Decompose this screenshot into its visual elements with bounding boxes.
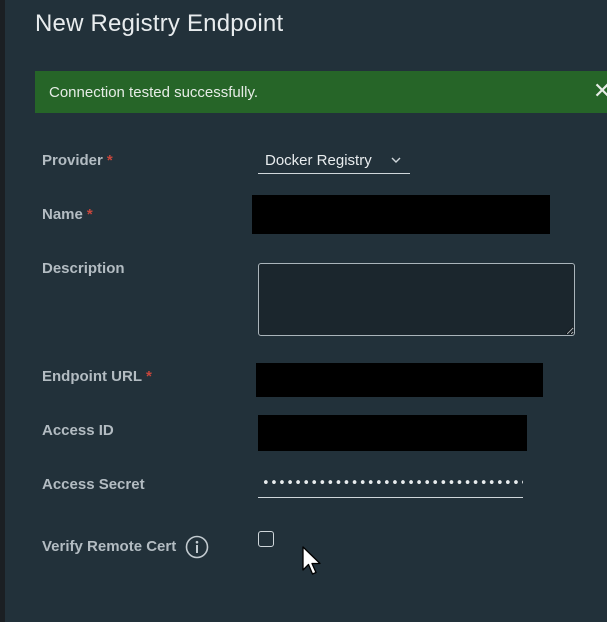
name-input-redacted[interactable] xyxy=(252,195,550,234)
name-label-text: Name xyxy=(42,206,83,223)
verify-remote-cert-label: Verify Remote Cert xyxy=(42,538,176,555)
description-textarea[interactable] xyxy=(258,263,575,336)
registry-endpoint-dialog: New Registry Endpoint Connection tested … xyxy=(5,0,607,622)
provider-label-text: Provider xyxy=(42,152,103,169)
endpoint-url-label-text: Endpoint URL xyxy=(42,368,142,385)
mouse-cursor-icon xyxy=(302,546,321,575)
description-label-text: Description xyxy=(42,260,125,277)
provider-select-value: Docker Registry xyxy=(265,152,372,169)
required-marker: * xyxy=(106,152,113,169)
access-secret-label: Access Secret xyxy=(42,476,145,493)
access-id-label: Access ID xyxy=(42,422,114,439)
access-id-label-text: Access ID xyxy=(42,422,114,439)
chevron-down-icon xyxy=(391,157,401,163)
name-label: Name * xyxy=(42,206,93,223)
verify-remote-cert-checkbox[interactable] xyxy=(258,531,274,547)
endpoint-url-input-redacted[interactable] xyxy=(256,363,543,397)
access-secret-label-text: Access Secret xyxy=(42,476,145,493)
endpoint-url-label: Endpoint URL * xyxy=(42,368,152,385)
provider-label: Provider * xyxy=(42,152,113,169)
info-icon[interactable] xyxy=(185,535,209,559)
access-id-input-redacted[interactable] xyxy=(258,415,527,451)
verify-remote-cert-label-text: Verify Remote Cert xyxy=(42,538,177,555)
access-secret-input[interactable]: •••••••••••••••••••••••••••••••••••••••• xyxy=(258,474,523,498)
alert-message: Connection tested successfully. xyxy=(49,84,258,101)
required-marker: * xyxy=(145,368,152,385)
success-alert: Connection tested successfully. ✕ xyxy=(35,71,607,113)
description-label: Description xyxy=(42,260,125,277)
close-icon[interactable]: ✕ xyxy=(593,80,607,102)
provider-select[interactable]: Docker Registry xyxy=(258,150,410,174)
required-marker: * xyxy=(86,206,93,223)
dialog-title: New Registry Endpoint xyxy=(35,10,284,37)
